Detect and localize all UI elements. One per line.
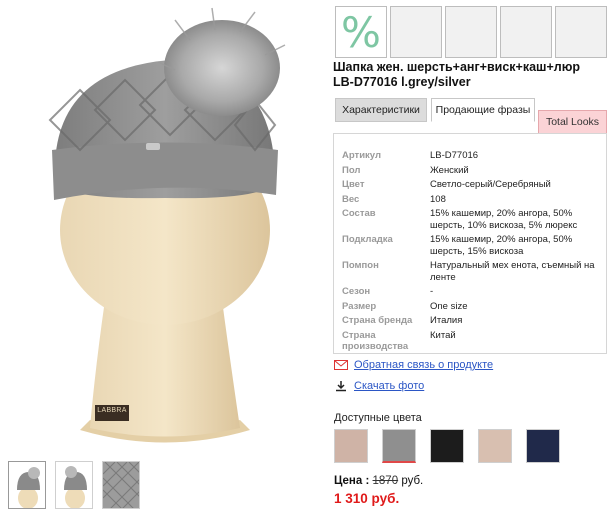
badge-slot — [555, 6, 607, 58]
download-photo-link[interactable]: Скачать фото — [334, 380, 424, 392]
product-title-line2: LB-D77016 l.grey/silver — [333, 75, 471, 89]
product-title: Шапка жен. шерсть+анг+виск+каш+люр LB-D7… — [333, 60, 605, 90]
thumbnail-1[interactable] — [8, 461, 46, 509]
product-title-line1: Шапка жен. шерсть+анг+виск+каш+люр — [333, 60, 581, 74]
sale-percent-icon: % — [335, 6, 387, 58]
spec-row: Подкладка 15% кашемир, 20% ангора, 50% ше… — [342, 234, 573, 257]
available-colors-label: Доступные цвета — [334, 412, 422, 424]
tab-total-looks[interactable]: Total Looks — [538, 110, 607, 134]
spec-row: Размер One size — [342, 300, 468, 312]
thumbnail-strip — [8, 461, 140, 509]
spec-row: Сезон - — [342, 286, 434, 297]
old-price: 1870 — [372, 475, 399, 487]
color-swatch-grey[interactable] — [382, 429, 416, 463]
hat-on-mannequin-image — [48, 7, 286, 443]
badge-slot — [445, 6, 497, 58]
info-tabs: Характеристики Продающие фразы Total Loo… — [333, 95, 607, 134]
tab-characteristics[interactable]: Характеристики — [335, 98, 427, 122]
spec-row: Страна производства Китай — [342, 329, 456, 353]
spec-row: Цвет Светло-серый/Серебряный — [342, 179, 551, 190]
feedback-link[interactable]: Обратная связь о продукте — [334, 359, 493, 371]
thumbnail-3[interactable] — [102, 461, 140, 509]
color-swatches — [334, 429, 560, 463]
spec-row: Помпон Натуральный мех енота, съемный на … — [342, 260, 595, 283]
spec-list: Артикул LB-D77016 Пол Женский Цвет Светло-с… — [342, 150, 604, 356]
color-swatch-black[interactable] — [430, 429, 464, 463]
price-label: Цена : — [334, 475, 370, 487]
spec-row: Страна бренда Италия — [342, 315, 463, 326]
feedback-link-label[interactable]: Обратная связь о продукте — [354, 359, 493, 371]
envelope-icon — [334, 359, 348, 371]
price-currency: руб. — [401, 475, 424, 487]
specs-panel: Артикул LB-D77016 Пол Женский Цвет Светло-с… — [333, 133, 607, 354]
color-swatch-light-beige[interactable] — [478, 429, 512, 463]
color-swatch-beige[interactable] — [334, 429, 368, 463]
download-icon — [334, 380, 348, 392]
color-swatch-navy[interactable] — [526, 429, 560, 463]
new-price: 1 310 руб. — [334, 491, 400, 506]
tab-selling-phrases[interactable]: Продающие фразы — [431, 98, 535, 122]
spec-row: Вес 108 — [342, 193, 446, 205]
spec-row: Пол Женский — [342, 164, 469, 176]
thumbnail-2[interactable] — [55, 461, 93, 509]
price-line: Цена : 1870 руб. — [334, 475, 423, 487]
badge-slot — [500, 6, 552, 58]
badge-slot — [390, 6, 442, 58]
spec-row: Артикул LB-D77016 — [342, 150, 479, 161]
badge-row: % — [335, 6, 607, 58]
spec-row: Состав 15% кашемир, 20% ангора, 50% шерст… — [342, 208, 578, 231]
download-photo-label[interactable]: Скачать фото — [354, 380, 424, 392]
brand-logo: LABBRA — [97, 407, 127, 414]
product-main-image: LABBRA — [0, 0, 330, 455]
